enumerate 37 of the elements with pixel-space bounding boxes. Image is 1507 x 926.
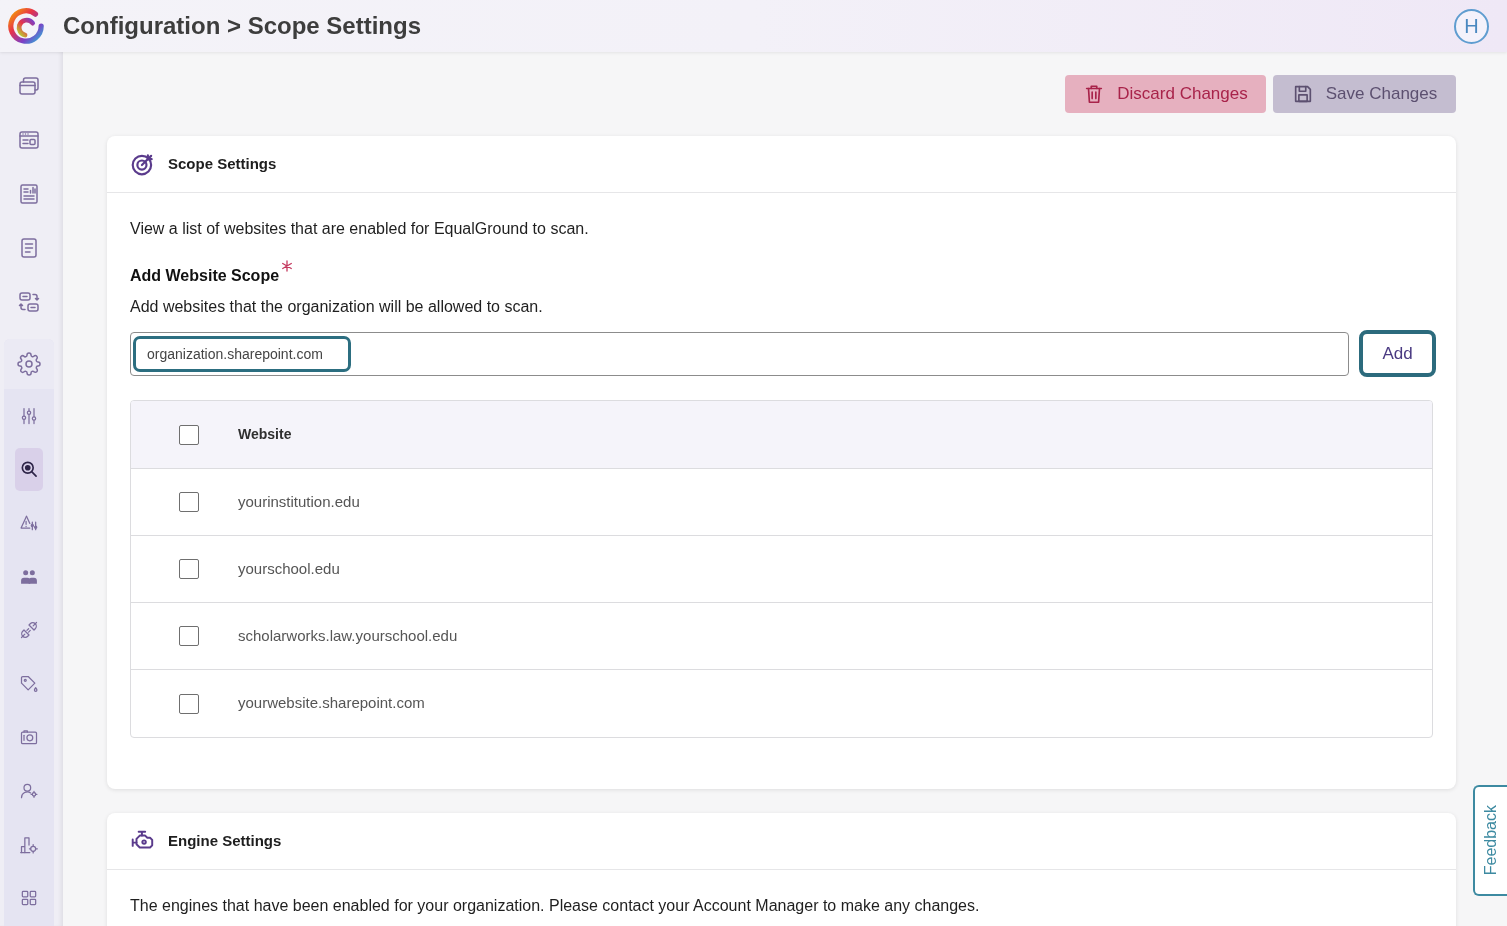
website-input[interactable]: organization.sharepoint.com [133, 335, 351, 372]
table-cell-text: yourwebsite.sharepoint.com [238, 693, 425, 714]
tag-icon [19, 673, 39, 694]
page-title: Configuration > Scope Settings [63, 11, 422, 41]
settings-icon [17, 352, 41, 376]
row-checkbox[interactable] [179, 693, 199, 714]
field-hint: Add websites that the organization will be allowed to scan. [130, 297, 544, 317]
plug-icon [19, 620, 39, 641]
row-checkbox[interactable] [179, 492, 199, 512]
table-cell-text: scholarworks.law.yourschool.edu [238, 625, 458, 646]
report-chart-icon [17, 182, 41, 206]
target-icon [130, 151, 156, 177]
field-label: Add Website Scope [130, 266, 280, 286]
warning-sliders-icon [19, 513, 39, 533]
column-header: Website [238, 425, 292, 444]
row-checkbox[interactable] [179, 626, 199, 646]
save-button[interactable]: Save Changes [1273, 75, 1456, 113]
table-cell-text: yourschool.edu [238, 558, 340, 579]
description-text: View a list of websites that are enabled for EqualGround to scan. [130, 219, 590, 239]
select-all-checkbox[interactable] [179, 424, 199, 445]
row-checkbox[interactable] [179, 559, 199, 579]
nav-button[interactable] [15, 447, 43, 491]
user-avatar[interactable]: H [1454, 8, 1489, 44]
swirl-logo [7, 7, 45, 45]
swap-cards-icon [17, 290, 41, 314]
windows-icon [17, 74, 41, 98]
add-button[interactable]: Add [1359, 330, 1436, 377]
browser-window-icon [17, 128, 41, 152]
table-cell-text: yourinstitution.edu [238, 491, 360, 512]
card-title: Engine Settings [168, 830, 282, 851]
chart-gear-icon [19, 834, 39, 855]
feedback-tab[interactable]: Feedback [1473, 785, 1507, 896]
sliders-icon [19, 405, 39, 426]
description-text: The engines that have been enabled for your organization. Please contact your Account Manager to make any changes. [130, 896, 981, 916]
search-icon [19, 459, 39, 480]
card-title: Scope Settings [168, 153, 277, 174]
discard-button[interactable]: Discard Changes [1065, 75, 1266, 113]
